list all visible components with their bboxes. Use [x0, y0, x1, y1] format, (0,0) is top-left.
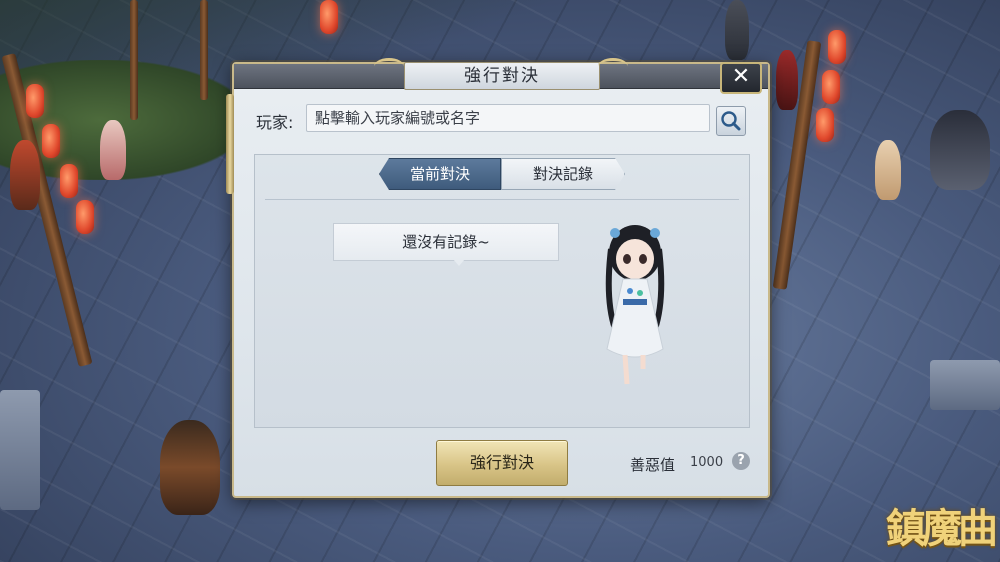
title-ornament-left [374, 58, 404, 75]
dialog-title-bar: 強行對決 ✕ [234, 58, 768, 94]
lantern [816, 108, 834, 142]
tab-divider [265, 199, 739, 200]
player-search-input[interactable] [306, 104, 710, 132]
stone-lantern [0, 390, 40, 510]
npc-character[interactable] [100, 120, 126, 180]
question-mark-icon[interactable]: ? [732, 452, 750, 470]
lantern [60, 164, 78, 198]
title-ornament-right [598, 58, 628, 75]
wooden-scaffold [130, 0, 138, 120]
duel-content-panel: 當前對決 對決記錄 還沒有記錄~ [254, 154, 750, 428]
forced-duel-button[interactable]: 強行對決 [436, 440, 568, 486]
stone-block [930, 360, 1000, 410]
wooden-scaffold [200, 0, 208, 100]
lantern [42, 124, 60, 158]
close-button[interactable]: ✕ [720, 62, 762, 94]
npc-character[interactable] [930, 110, 990, 190]
dialog-title: 強行對決 [404, 62, 600, 90]
npc-character[interactable] [875, 140, 901, 200]
search-icon [721, 111, 741, 131]
empty-message-bubble: 還沒有記錄~ [333, 223, 559, 261]
game-logo: 鎮魔曲 [886, 505, 998, 552]
lantern [828, 30, 846, 64]
lantern [26, 84, 44, 118]
karma-value: 1000 [690, 455, 724, 470]
karma-label: 善惡值 [630, 456, 676, 474]
lantern [822, 70, 840, 104]
character-avatar [605, 225, 665, 385]
npc-character[interactable] [725, 0, 749, 60]
tab-duel-history[interactable]: 對決記錄 [501, 158, 625, 190]
lantern [320, 0, 338, 34]
close-icon: ✕ [731, 64, 751, 89]
npc-character[interactable] [10, 140, 40, 210]
player-label: 玩家: [256, 113, 294, 132]
npc-character[interactable] [776, 50, 798, 110]
tab-current-duel[interactable]: 當前對決 [379, 158, 501, 190]
npc-character[interactable] [160, 420, 220, 515]
search-button[interactable] [716, 106, 746, 136]
scroll-ornament [226, 94, 234, 194]
lantern [76, 200, 94, 234]
speech-bubble-tail [453, 259, 465, 266]
empty-message-text: 還沒有記錄~ [402, 233, 490, 251]
forced-duel-dialog: 強行對決 ✕ 玩家: 當前對決 對決記錄 還沒有記錄~ [226, 58, 770, 498]
